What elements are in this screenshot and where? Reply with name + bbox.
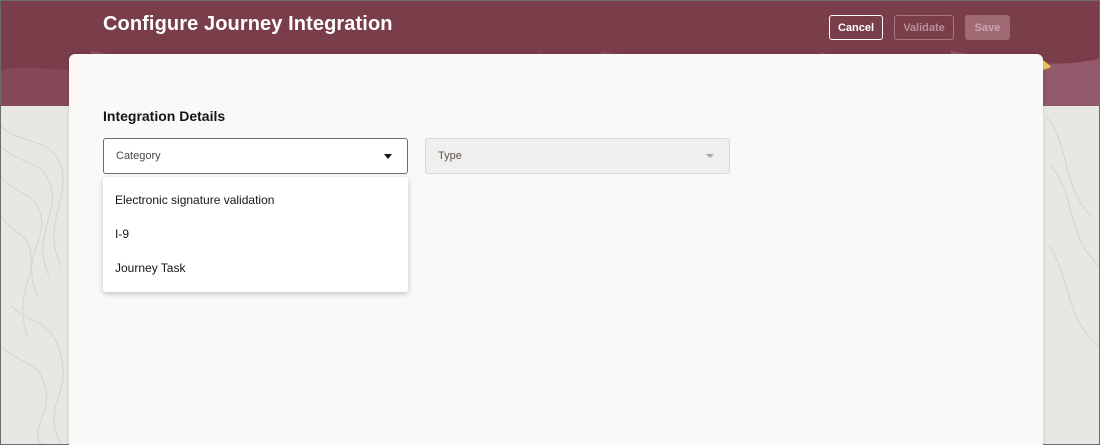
validate-button[interactable]: Validate — [894, 15, 954, 40]
caret-down-icon — [384, 154, 392, 159]
dropdown-option-journey-task[interactable]: Journey Task — [103, 251, 408, 285]
save-button[interactable]: Save — [965, 15, 1010, 40]
type-select[interactable]: Type — [425, 138, 730, 174]
cancel-button[interactable]: Cancel — [829, 15, 883, 40]
category-select[interactable]: Category — [103, 138, 408, 174]
category-dropdown-menu: Electronic signature validation I-9 Jour… — [103, 177, 408, 292]
caret-down-icon — [706, 154, 714, 158]
type-placeholder: Type — [438, 150, 462, 162]
dropdown-option-i9[interactable]: I-9 — [103, 217, 408, 251]
section-title: Integration Details — [103, 108, 226, 124]
page-title: Configure Journey Integration — [103, 13, 393, 35]
dropdown-option-electronic-signature[interactable]: Electronic signature validation — [103, 183, 408, 217]
category-placeholder: Category — [116, 150, 161, 162]
